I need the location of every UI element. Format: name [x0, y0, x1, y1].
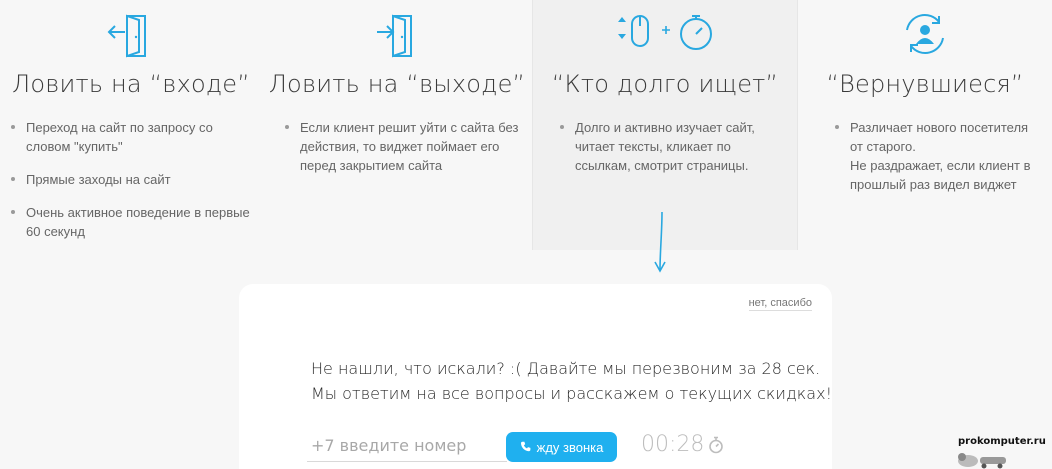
mouse-scroll-stopwatch-icon — [533, 8, 797, 60]
timer-value: 00:28 — [641, 432, 705, 457]
widget-message: Не нашли, что искали? :( Давайте мы пере… — [311, 356, 832, 406]
watermark: prokomputer.ru — [950, 436, 1050, 469]
watermark-text: prokomputer.ru — [958, 436, 1046, 447]
list-item: Долго и активно изучает сайт, читает тек… — [560, 118, 789, 175]
feature-title: “Вернувшиеся” — [826, 70, 1024, 98]
arrow-down-icon — [654, 212, 666, 273]
stopwatch-icon — [709, 436, 724, 453]
call-me-button[interactable]: жду звонка — [506, 432, 617, 462]
list-item: Переход на сайт по запросу со словом "ку… — [11, 118, 254, 156]
countdown-timer: 00:28 — [641, 432, 724, 457]
door-exit-icon — [262, 8, 532, 60]
message-line: Не нашли, что искали? :( Давайте мы пере… — [311, 359, 821, 378]
mascot-icon — [958, 453, 1006, 469]
returning-user-icon — [798, 8, 1052, 60]
feature-column-exit: Ловить на “выходе” Если клиент решит уйт… — [262, 0, 532, 250]
door-enter-icon — [0, 8, 262, 60]
call-button-label: жду звонка — [536, 439, 604, 455]
list-item: Очень активное поведение в первые 60 сек… — [11, 203, 254, 241]
phone-icon — [520, 441, 531, 452]
phone-input[interactable] — [307, 430, 507, 462]
feature-title: “Кто долго ищет” — [551, 70, 779, 98]
feature-column-entry: Ловить на “входе” Переход на сайт по зап… — [0, 0, 262, 250]
feature-list: Если клиент решит уйти с сайта без дейст… — [285, 118, 524, 189]
feature-column-returning: “Вернувшиеся” Различает нового посетител… — [798, 0, 1052, 250]
list-item: Если клиент решит уйти с сайта без дейст… — [285, 118, 524, 175]
callback-widget: нет, спасибо Не нашли, что искали? :( Да… — [239, 284, 832, 469]
feature-list: Долго и активно изучает сайт, читает тек… — [560, 118, 789, 189]
feature-title: Ловить на “входе” — [12, 70, 250, 98]
list-item: Прямые заходы на сайт — [11, 170, 254, 189]
list-item: Различает нового посетителя от старого. … — [835, 118, 1044, 194]
message-line: Мы ответим на все вопросы и расскажем о … — [311, 384, 832, 403]
no-thanks-link[interactable]: нет, спасибо — [748, 297, 812, 311]
features-section: Ловить на “входе” Переход на сайт по зап… — [0, 0, 1052, 250]
feature-title: Ловить на “выходе” — [268, 70, 526, 98]
feature-list: Различает нового посетителя от старого. … — [835, 118, 1044, 208]
feature-list: Переход на сайт по запросу со словом "ку… — [11, 118, 254, 255]
